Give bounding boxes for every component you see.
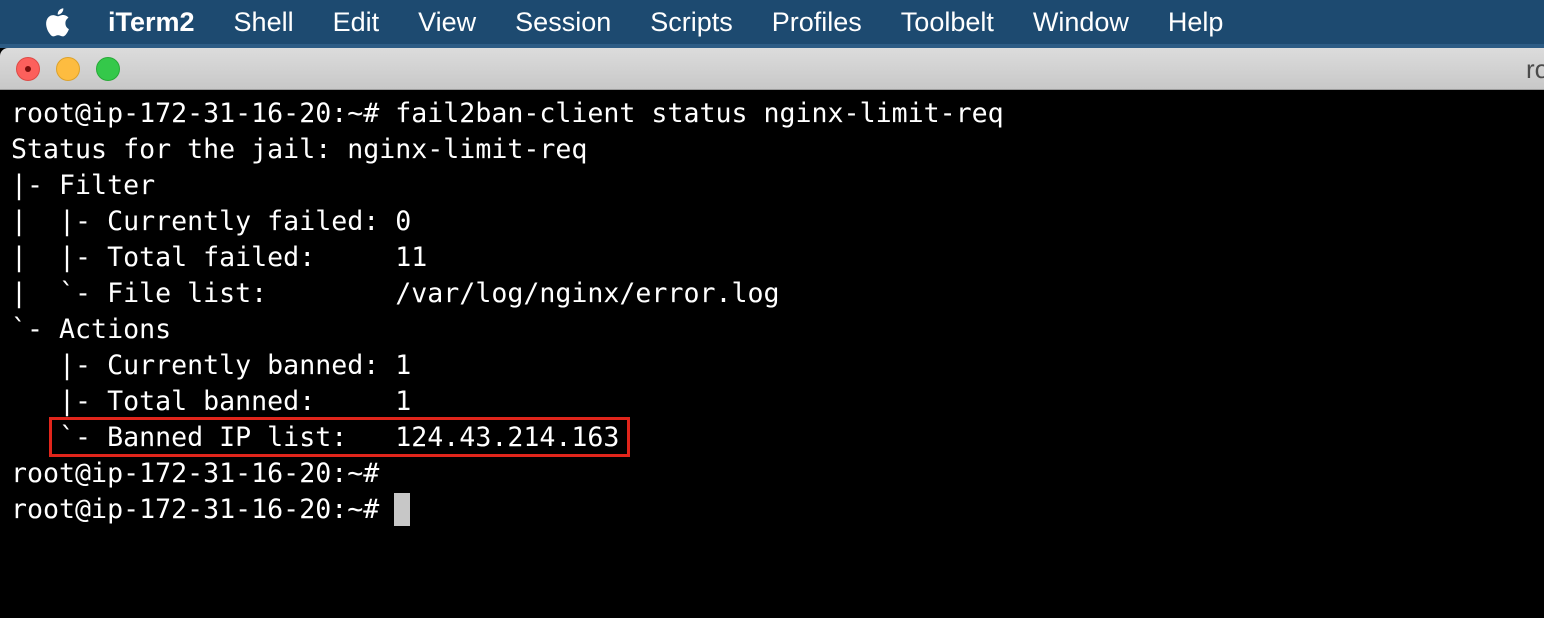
menu-help[interactable]: Help [1168,0,1224,44]
terminal-line: Status for the jail: nginx-limit-req [11,134,588,165]
terminal-line: root@ip-172-31-16-20:~# [11,458,380,489]
terminal-line: | |- Total failed: 11 [11,242,428,273]
terminal-line: | |- Currently failed: 0 [11,206,412,237]
window-title: ro [1526,54,1544,84]
terminal-line: |- Total banned: 1 [11,386,412,417]
text-cursor [394,493,410,526]
menu-iterm2[interactable]: iTerm2 [108,0,195,44]
menu-toolbelt[interactable]: Toolbelt [901,0,994,44]
menu-bar: iTerm2 Shell Edit View Session Scripts P… [0,0,1544,44]
menu-edit[interactable]: Edit [333,0,380,44]
terminal-line: | `- File list: /var/log/nginx/error.log [11,278,780,309]
terminal-line: |- Filter [11,170,156,201]
close-icon [25,66,31,72]
minimize-window-button[interactable] [56,57,80,81]
menu-scripts[interactable]: Scripts [650,0,733,44]
banned-ip-highlight-box [49,417,630,457]
terminal-line: |- Currently banned: 1 [11,350,412,381]
maximize-window-button[interactable] [96,57,120,81]
menu-window[interactable]: Window [1033,0,1129,44]
apple-logo-icon[interactable] [42,7,72,37]
terminal-prompt[interactable]: root@ip-172-31-16-20:~# [11,492,395,528]
close-window-button[interactable] [16,57,40,81]
window-title-bar[interactable]: ro [0,48,1544,90]
terminal-output[interactable]: root@ip-172-31-16-20:~# fail2ban-client … [0,91,1544,618]
menu-profiles[interactable]: Profiles [772,0,862,44]
terminal-line: `- Actions [11,314,172,345]
terminal-line: root@ip-172-31-16-20:~# fail2ban-client … [11,98,1004,129]
menu-view[interactable]: View [418,0,476,44]
menu-shell[interactable]: Shell [234,0,294,44]
menu-session[interactable]: Session [515,0,611,44]
